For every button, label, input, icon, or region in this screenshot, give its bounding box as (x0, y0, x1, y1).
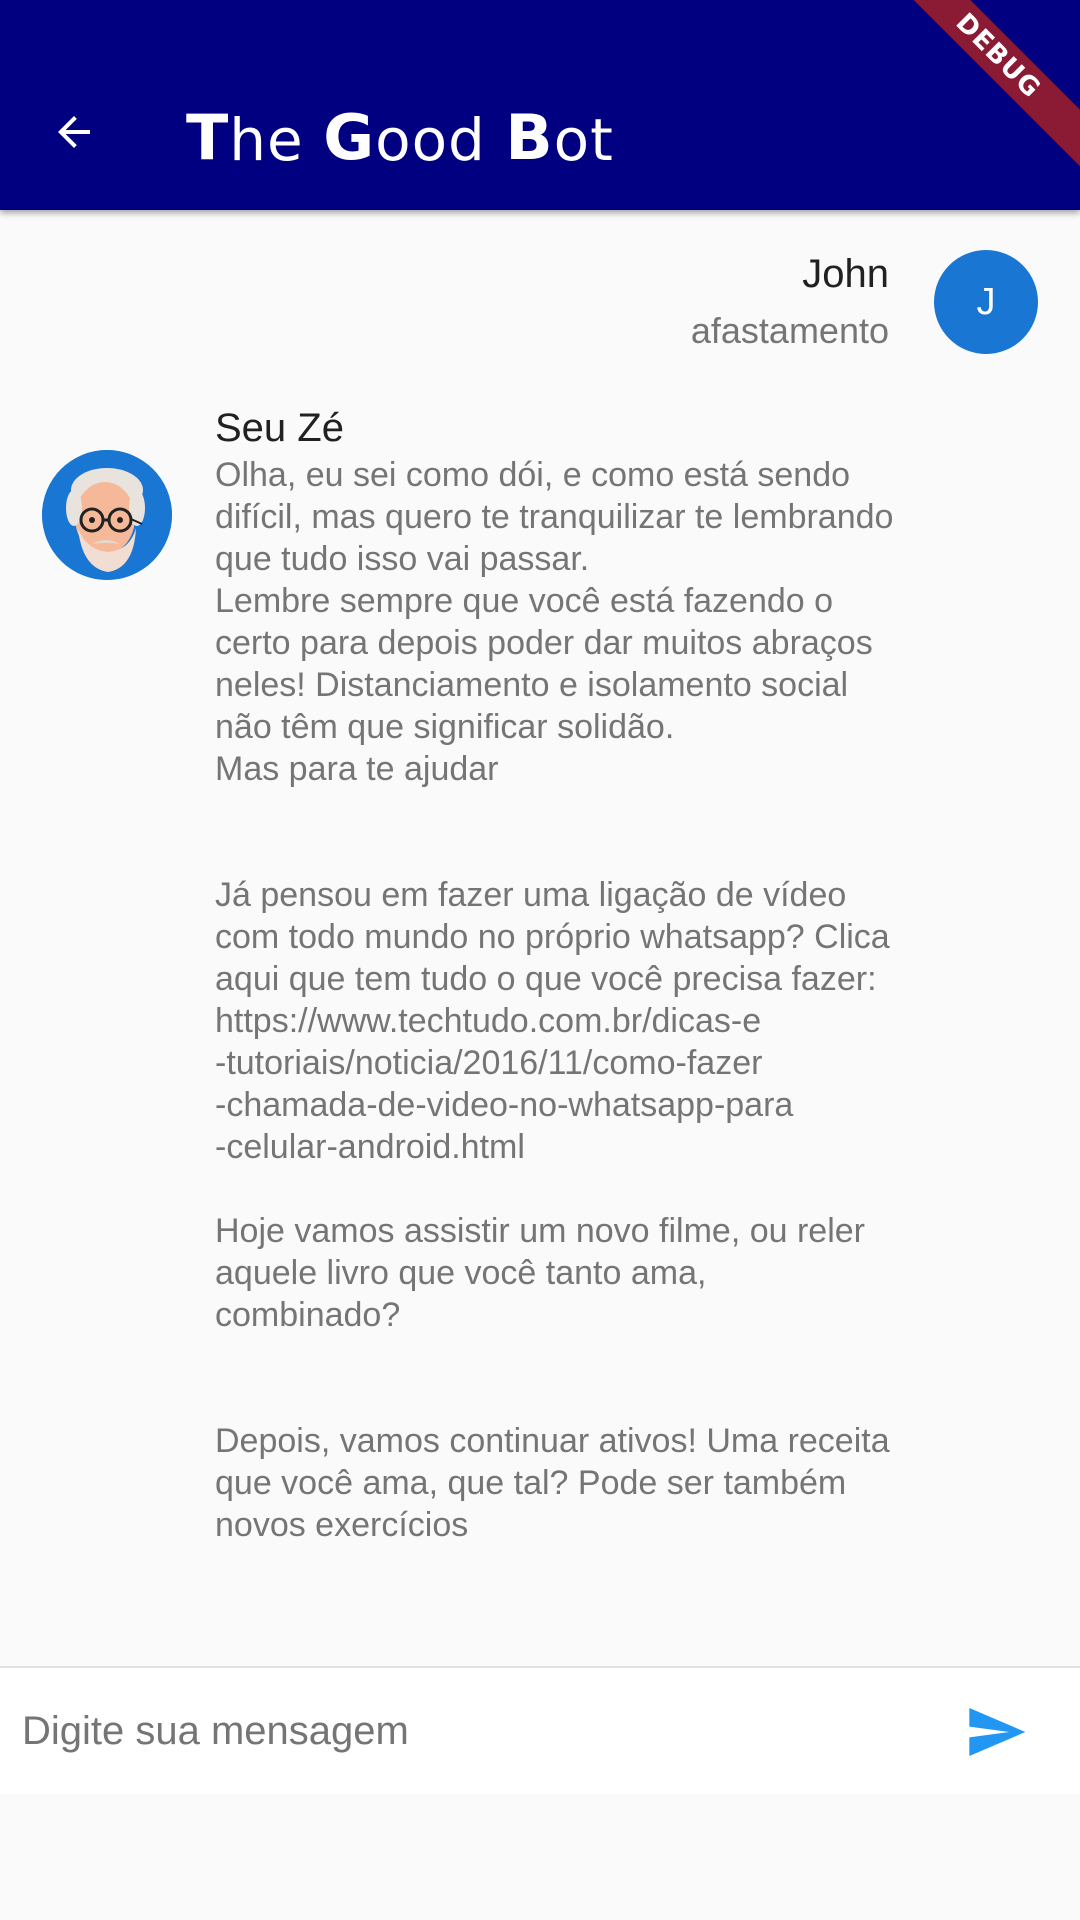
app-title-rest-2: ood (375, 106, 486, 174)
user-message: John afastamento J (0, 210, 1080, 360)
app-title-rest-3: ot (553, 106, 614, 174)
old-man-avatar-icon (42, 450, 172, 580)
user-message-sender: John (802, 252, 889, 296)
message-input[interactable] (22, 1688, 902, 1774)
debug-banner: DEBUG (870, 0, 1080, 184)
app-title: The Good Bot (186, 101, 614, 174)
app-title-cap-3: B (505, 101, 554, 174)
arrow-back-icon (58, 116, 90, 148)
app-title-cap-2: G (323, 101, 376, 174)
user-avatar-initial: J (976, 280, 996, 323)
user-message-text: afastamento (690, 310, 889, 351)
message-composer (0, 1666, 1080, 1794)
app-title-cap-1: T (186, 101, 230, 174)
back-button[interactable] (38, 96, 110, 168)
chat-list[interactable]: John afastamento J Seu Zé Olha, eu sei c… (0, 210, 1080, 1666)
send-button[interactable] (958, 1694, 1034, 1770)
send-icon (969, 1708, 1026, 1756)
bot-message-text: Olha, eu sei como dói, e como está sendo… (215, 456, 894, 1544)
bot-message-sender: Seu Zé (215, 406, 344, 450)
app-bar: The Good Bot DEBUG (0, 0, 1080, 210)
app-title-rest-1: he (229, 106, 304, 174)
bot-avatar (42, 450, 172, 580)
user-avatar: J (934, 250, 1038, 354)
